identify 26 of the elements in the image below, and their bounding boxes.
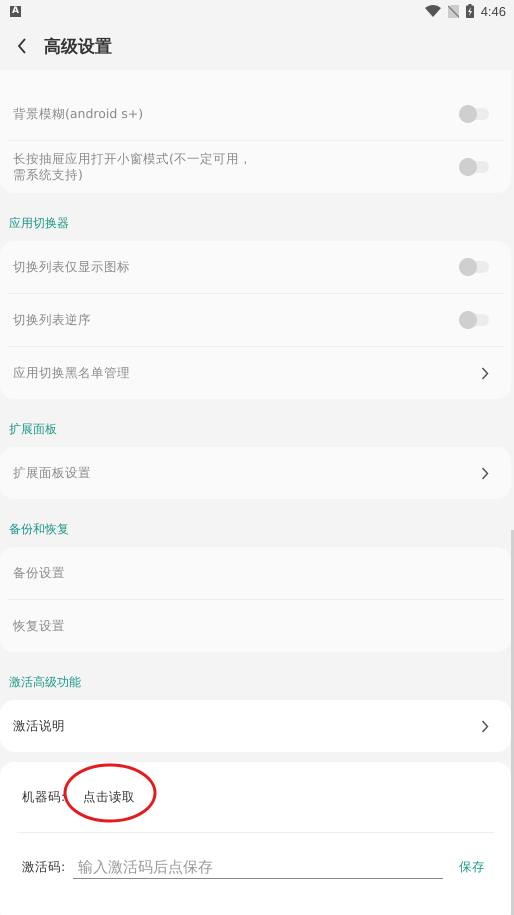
setting-label: 背景模糊(android s+): [13, 106, 144, 122]
status-time: 4:46: [480, 4, 506, 18]
machine-code-label: 机器码:: [22, 788, 66, 806]
page-title: 高级设置: [44, 36, 112, 58]
back-icon[interactable]: [17, 38, 27, 54]
setting-label: 应用切换黑名单管理: [13, 365, 130, 381]
setting-label: 扩展面板设置: [13, 465, 91, 481]
setting-label: 激活说明: [13, 718, 65, 734]
read-machine-code-link[interactable]: 点击读取: [83, 788, 135, 806]
battery-icon: [466, 4, 474, 18]
setting-label: 切换列表逆序: [13, 312, 91, 328]
chevron-right-icon[interactable]: [481, 366, 489, 380]
section-header: 备份和恢复: [8, 521, 70, 538]
wifi-icon: [424, 5, 441, 17]
activation-code-field[interactable]: 输入激活码后点保存: [73, 856, 443, 878]
activation-code-label: 激活码:: [22, 858, 66, 876]
section-header: 扩展面板: [8, 421, 58, 438]
no-sim-icon: [448, 4, 459, 18]
save-button[interactable]: 保存: [455, 854, 489, 880]
notification-icon: A: [10, 6, 21, 16]
setting-label: 长按抽屉应用打开小窗模式(不一定可用，需系统支持): [13, 151, 253, 183]
chevron-right-icon[interactable]: [481, 466, 489, 480]
chevron-right-icon[interactable]: [481, 720, 489, 732]
section-header: 激活高级功能: [8, 674, 82, 691]
setting-label: 切换列表仅显示图标: [13, 259, 130, 275]
section-header: 应用切换器: [8, 215, 70, 232]
